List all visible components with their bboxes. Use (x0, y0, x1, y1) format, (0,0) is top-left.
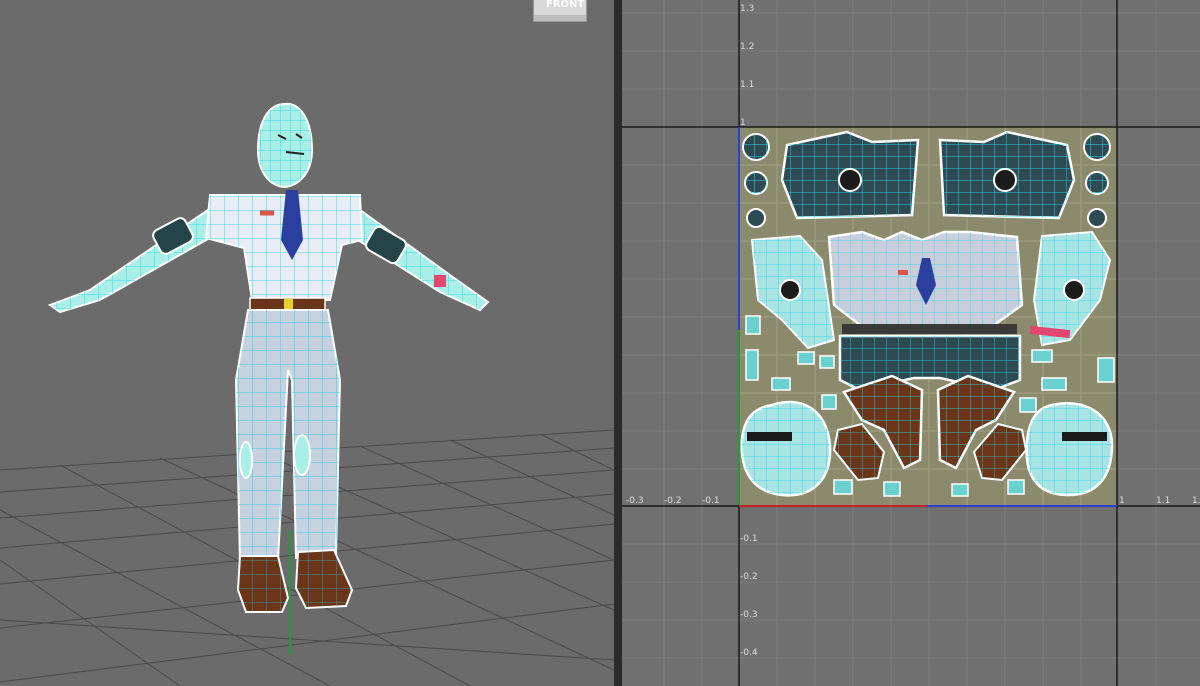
view-cube[interactable]: FRONT (533, 0, 587, 22)
v-label-neg-0-3: -0.3 (740, 610, 758, 620)
v-label-1: 1 (740, 118, 746, 128)
character-model[interactable] (47, 102, 490, 613)
v-label-neg-0-4: -0.4 (740, 648, 758, 658)
uv-editor-viewport[interactable]: 1.3 1.2 1.1 1 -0.1 -0.2 -0.3 -0.4 -0.3 -… (622, 0, 1200, 686)
perspective-viewport[interactable]: FRONT (0, 0, 614, 686)
u-label-1-1: 1.1 (1156, 496, 1170, 506)
v-label-neg-0-2: -0.2 (740, 572, 758, 582)
u-label-neg-0-1: -0.1 (702, 496, 720, 506)
u-label-1: 1 (1119, 496, 1125, 506)
v-label-1-1: 1.1 (740, 80, 754, 90)
v-label-1-2: 1.2 (740, 42, 754, 52)
u-label-neg-0-3: -0.3 (626, 496, 644, 506)
uv-canvas[interactable]: 1.3 1.2 1.1 1 -0.1 -0.2 -0.3 -0.4 -0.3 -… (622, 0, 1200, 686)
viewport-divider[interactable] (614, 0, 622, 686)
v-label-1-3: 1.3 (740, 4, 754, 14)
viewport-canvas[interactable] (0, 0, 614, 686)
view-cube-label: FRONT (546, 0, 585, 10)
v-label-neg-0-1: -0.1 (740, 534, 758, 544)
u-label-1-2: 1.2 (1192, 496, 1200, 506)
u-label-neg-0-2: -0.2 (664, 496, 682, 506)
